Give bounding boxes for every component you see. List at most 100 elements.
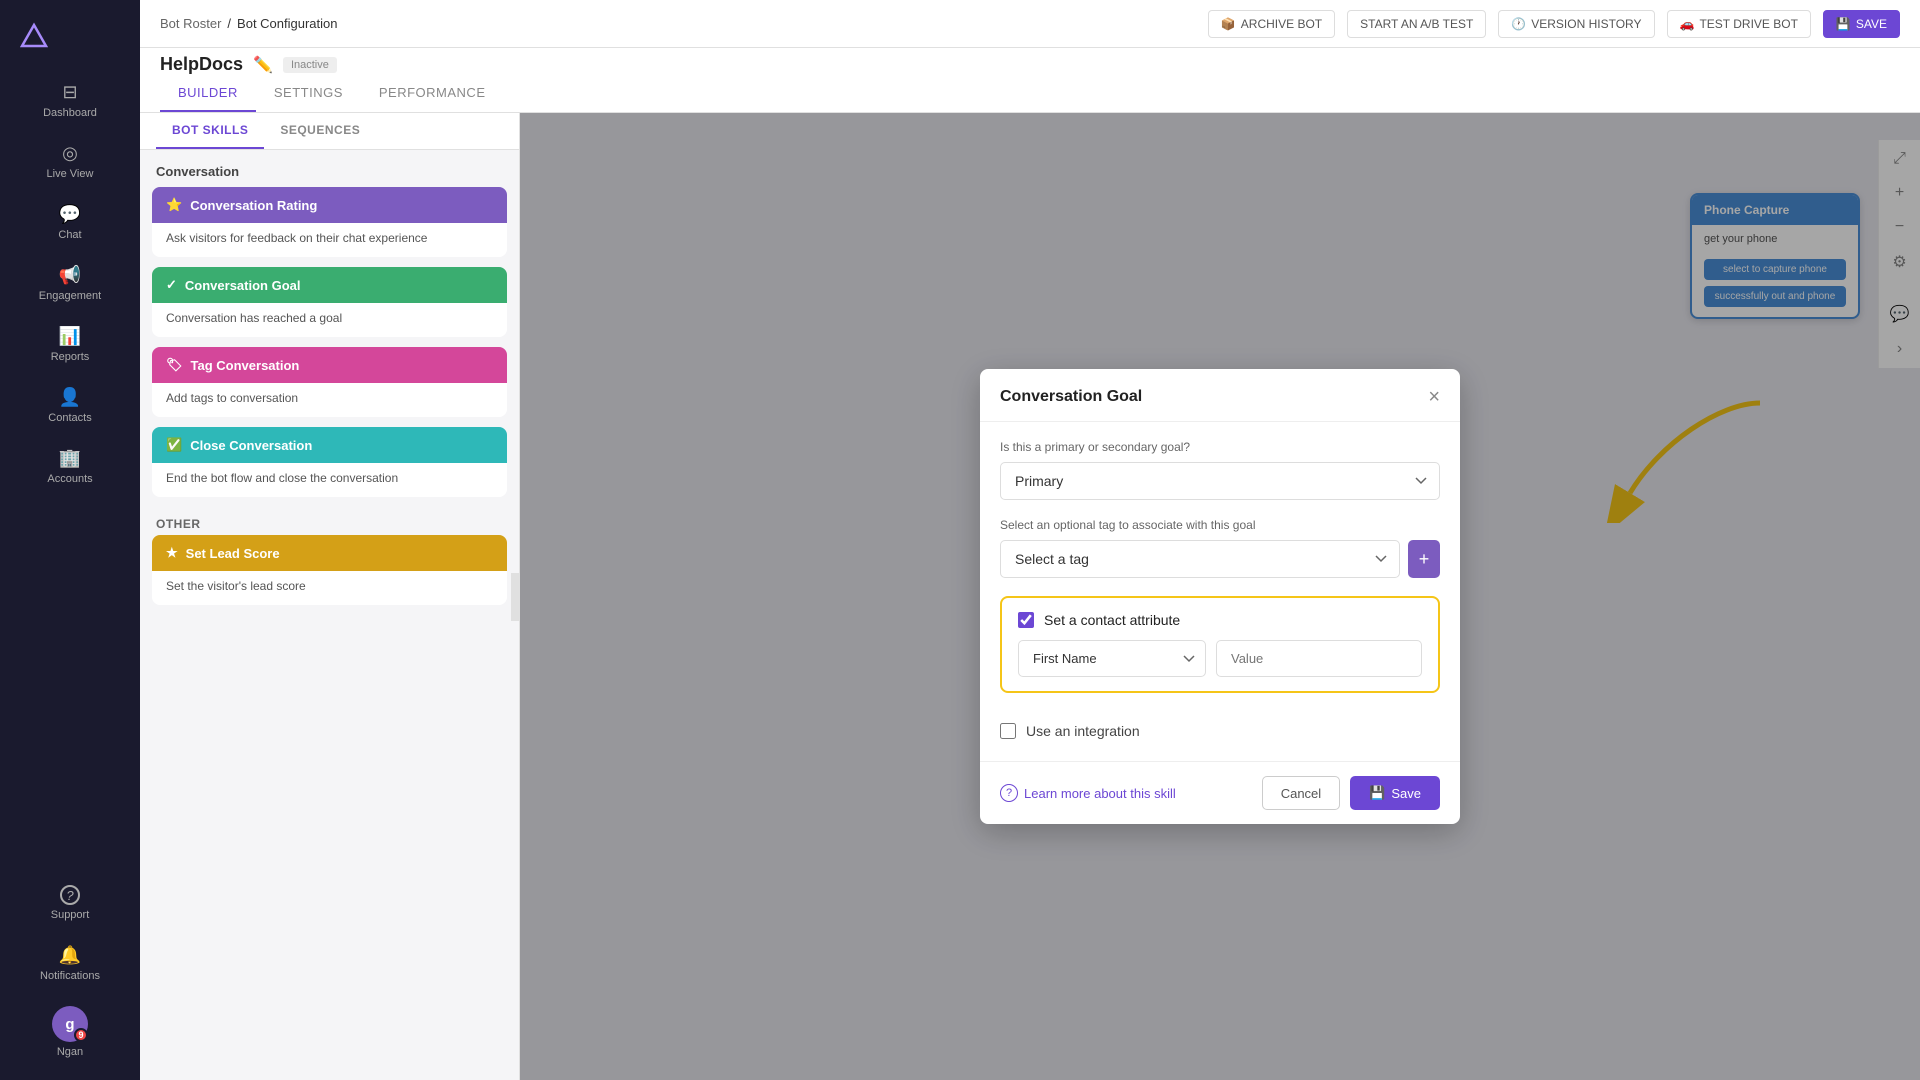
bot-name: HelpDocs	[160, 54, 243, 75]
breadcrumb-separator: /	[227, 16, 231, 31]
main-content: Bot Roster / Bot Configuration 📦 ARCHIVE…	[140, 0, 1920, 1080]
question-icon: ?	[1000, 784, 1018, 802]
engagement-icon: 📢	[59, 265, 81, 286]
modal-title: Conversation Goal	[1000, 388, 1142, 406]
modal-close-button[interactable]: ×	[1428, 387, 1440, 407]
conversation-goal-modal: Conversation Goal × Is this a primary or…	[980, 369, 1460, 824]
save-button[interactable]: 💾 SAVE	[1823, 10, 1900, 38]
attribute-row: First Name Last Name Email Phone	[1018, 640, 1422, 677]
skill-card-body: Add tags to conversation	[152, 383, 507, 417]
contact-attr-checkbox[interactable]	[1018, 612, 1034, 628]
breadcrumb-bot-roster[interactable]: Bot Roster	[160, 16, 221, 31]
bot-name-row: HelpDocs ✏️ Inactive	[140, 48, 1920, 75]
content-area: BOT SKILLS SEQUENCES Conversation ⭐ Conv…	[140, 113, 1920, 1080]
tag-add-button[interactable]: +	[1408, 540, 1440, 578]
test-drive-icon: 🚗	[1680, 17, 1695, 31]
footer-buttons: Cancel 💾 Save	[1262, 776, 1440, 810]
reports-icon: 📊	[59, 326, 81, 347]
tag-icon: 🏷	[166, 357, 183, 373]
breadcrumb: Bot Roster / Bot Configuration	[160, 16, 338, 31]
modal-overlay: Conversation Goal × Is this a primary or…	[520, 113, 1920, 1080]
skill-card-header: ✅ Close Conversation	[152, 427, 507, 463]
sidebar-item-reports[interactable]: 📊 Reports	[0, 314, 140, 375]
support-icon: ?	[60, 885, 80, 905]
sidebar-item-support[interactable]: ? Support	[0, 873, 140, 933]
left-panel-tabs: BOT SKILLS SEQUENCES	[140, 113, 519, 150]
edit-icon[interactable]: ✏️	[253, 55, 273, 75]
tab-builder[interactable]: BUILDER	[160, 75, 256, 112]
skill-card-header: ✓ Conversation Goal	[152, 267, 507, 303]
contact-attr-checkbox-row: Set a contact attribute	[1018, 612, 1422, 628]
avatar: g 9	[52, 1006, 88, 1042]
version-history-button[interactable]: 🕐 VERSION HISTORY	[1498, 10, 1654, 38]
attribute-value-input[interactable]	[1216, 640, 1422, 677]
save-icon: 💾	[1836, 17, 1851, 31]
skill-card-body: End the bot flow and close the conversat…	[152, 463, 507, 497]
sidebar-item-chat[interactable]: 💬 Chat	[0, 192, 140, 253]
section-other: Other	[140, 507, 519, 535]
archive-bot-button[interactable]: 📦 ARCHIVE BOT	[1208, 10, 1335, 38]
tab-bot-skills[interactable]: BOT SKILLS	[156, 113, 264, 149]
integration-checkbox[interactable]	[1000, 723, 1016, 739]
skill-card-body: Ask visitors for feedback on their chat …	[152, 223, 507, 257]
tag-select[interactable]: Select a tag	[1000, 540, 1400, 578]
topbar-actions: 📦 ARCHIVE BOT START AN A/B TEST 🕐 VERSIO…	[1208, 10, 1900, 38]
skill-card-conversation-goal[interactable]: ✓ Conversation Goal Conversation has rea…	[152, 267, 507, 337]
sidebar: ⊟ Dashboard ◎ Live View 💬 Chat 📢 Engagem…	[0, 0, 140, 1080]
sidebar-item-accounts[interactable]: 🏢 Accounts	[0, 436, 140, 497]
primary-goal-section: Is this a primary or secondary goal? Pri…	[1000, 440, 1440, 500]
tag-row: Select a tag +	[1000, 540, 1440, 578]
sidebar-item-notifications[interactable]: 🔔 Notifications	[0, 933, 140, 994]
logo[interactable]	[0, 10, 140, 70]
sidebar-bottom: ? Support 🔔 Notifications g 9 Ngan	[0, 873, 140, 1080]
canvas-area[interactable]: Phone Capture get your phone select to c…	[520, 113, 1920, 1080]
tab-performance[interactable]: PERFORMANCE	[361, 75, 504, 112]
accounts-icon: 🏢	[59, 448, 81, 469]
skill-card-body: Conversation has reached a goal	[152, 303, 507, 337]
sidebar-item-dashboard[interactable]: ⊟ Dashboard	[0, 70, 140, 131]
skill-card-header: ★ Set Lead Score	[152, 535, 507, 571]
notifications-icon: 🔔	[59, 945, 81, 966]
topbar: Bot Roster / Bot Configuration 📦 ARCHIVE…	[140, 0, 1920, 48]
star-icon: ⭐	[166, 197, 182, 213]
breadcrumb-bot-config: Bot Configuration	[237, 16, 337, 31]
skill-card-header: 🏷 Tag Conversation	[152, 347, 507, 383]
main-tabs: BUILDER SETTINGS PERFORMANCE	[140, 75, 1920, 113]
cancel-button[interactable]: Cancel	[1262, 776, 1340, 810]
modal-footer: ? Learn more about this skill Cancel 💾 S…	[980, 761, 1460, 824]
notification-badge: 9	[74, 1028, 88, 1042]
skill-card-header: ⭐ Conversation Rating	[152, 187, 507, 223]
skill-card-body: Set the visitor's lead score	[152, 571, 507, 605]
skill-card-tag-conversation[interactable]: 🏷 Tag Conversation Add tags to conversat…	[152, 347, 507, 417]
integration-label: Use an integration	[1026, 723, 1140, 739]
tag-label: Select an optional tag to associate with…	[1000, 518, 1440, 532]
close-conversation-icon: ✅	[166, 437, 182, 453]
contact-attribute-section: Set a contact attribute First Name Last …	[1000, 596, 1440, 693]
skill-card-conversation-rating[interactable]: ⭐ Conversation Rating Ask visitors for f…	[152, 187, 507, 257]
sidebar-item-contacts[interactable]: 👤 Contacts	[0, 375, 140, 436]
section-conversation: Conversation	[140, 150, 519, 187]
lead-score-icon: ★	[166, 545, 178, 561]
tag-section: Select an optional tag to associate with…	[1000, 518, 1440, 578]
modal-save-button[interactable]: 💾 Save	[1350, 776, 1440, 810]
left-panel: BOT SKILLS SEQUENCES Conversation ⭐ Conv…	[140, 113, 520, 1080]
attribute-select[interactable]: First Name Last Name Email Phone	[1018, 640, 1206, 677]
tab-sequences[interactable]: SEQUENCES	[264, 113, 376, 149]
panel-collapse-toggle[interactable]: ‹	[511, 573, 520, 621]
test-drive-button[interactable]: 🚗 TEST DRIVE BOT	[1667, 10, 1811, 38]
primary-label: Is this a primary or secondary goal?	[1000, 440, 1440, 454]
learn-more-link[interactable]: ? Learn more about this skill	[1000, 784, 1176, 802]
sidebar-item-user[interactable]: g 9 Ngan	[0, 994, 140, 1070]
modal-header: Conversation Goal ×	[980, 369, 1460, 422]
save-icon: 💾	[1369, 785, 1385, 801]
primary-goal-select[interactable]: Primary Secondary	[1000, 462, 1440, 500]
status-badge: Inactive	[283, 57, 337, 73]
ab-test-button[interactable]: START AN A/B TEST	[1347, 10, 1486, 38]
contacts-icon: 👤	[59, 387, 81, 408]
tab-settings[interactable]: SETTINGS	[256, 75, 361, 112]
sidebar-item-engagement[interactable]: 📢 Engagement	[0, 253, 140, 314]
tag-select-wrap: Select a tag	[1000, 540, 1400, 578]
sidebar-item-live-view[interactable]: ◎ Live View	[0, 131, 140, 192]
skill-card-set-lead-score[interactable]: ★ Set Lead Score Set the visitor's lead …	[152, 535, 507, 605]
skill-card-close-conversation[interactable]: ✅ Close Conversation End the bot flow an…	[152, 427, 507, 497]
